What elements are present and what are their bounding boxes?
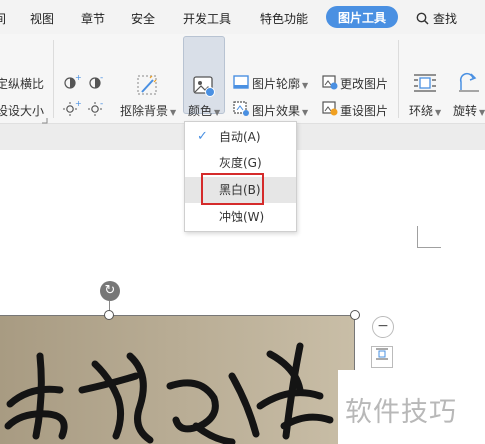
ribbon-separator <box>53 40 54 118</box>
signature-image[interactable] <box>0 315 355 444</box>
remove-background-label: 抠除背景 <box>120 104 169 118</box>
magic-wand-icon <box>137 75 157 95</box>
brightness-up-icon[interactable]: + <box>63 100 81 116</box>
watermark-text: 软件技巧 <box>345 397 457 428</box>
menu-tab-bar: 间 视图 章节 安全 开发工具 特色功能 图片工具 查找 <box>0 0 485 34</box>
tab-picture-tools[interactable]: 图片工具 <box>326 6 399 28</box>
chevron-down-icon: ▼ <box>302 108 309 117</box>
tab-security[interactable]: 安全 <box>131 10 155 27</box>
tab-search[interactable]: 查找 <box>416 10 457 27</box>
rotate-label: 旋转 <box>453 104 478 118</box>
page-margin-marker <box>417 226 441 248</box>
reset-picture-label: 重设图片 <box>340 104 389 118</box>
resize-handle-top[interactable] <box>104 310 114 320</box>
wrap-label: 环绕 <box>409 104 434 118</box>
search-label: 查找 <box>433 12 458 26</box>
checkmark-icon: ✓ <box>197 129 208 144</box>
picture-color-icon <box>193 76 215 97</box>
brightness-down-icon[interactable]: - <box>88 100 106 116</box>
contrast-up-icon[interactable]: + <box>63 74 81 90</box>
color-option-label: 灰度(G) <box>219 156 262 170</box>
outline-icon <box>233 75 249 89</box>
resize-handle-top-right[interactable] <box>350 310 360 320</box>
search-icon <box>416 12 429 25</box>
color-label: 颜色 <box>188 104 213 118</box>
svg-text:-: - <box>100 74 103 83</box>
reset-picture-icon <box>322 101 338 116</box>
tab-special[interactable]: 特色功能 <box>260 10 308 27</box>
layout-options-icon[interactable] <box>371 346 393 368</box>
tab-partial[interactable]: 间 <box>0 10 6 27</box>
svg-text:-: - <box>100 100 103 109</box>
rotate-icon <box>459 72 479 92</box>
rotate-handle-icon[interactable]: ↻ <box>100 281 120 301</box>
color-option-washout[interactable]: 冲蚀(W) <box>185 204 296 230</box>
tab-developer[interactable]: 开发工具 <box>183 10 231 27</box>
chevron-down-icon: ▼ <box>214 108 221 117</box>
svg-text:+: + <box>75 74 81 82</box>
chevron-down-icon: ▼ <box>479 108 485 117</box>
picture-effects-label: 图片效果 <box>252 104 301 118</box>
color-option-label: 自动(A) <box>219 130 261 144</box>
highlight-annotation-box <box>201 173 264 205</box>
effects-icon <box>233 101 249 116</box>
chevron-down-icon: ▼ <box>435 108 442 117</box>
lock-ratio-label[interactable]: 定纵横比 <box>0 75 44 92</box>
watermark-box: 软件技巧 <box>338 370 485 444</box>
tab-section[interactable]: 章节 <box>81 10 105 27</box>
color-option-label: 冲蚀(W) <box>219 210 265 224</box>
chevron-down-icon: ▼ <box>170 108 177 117</box>
change-picture-label: 更改图片 <box>340 77 389 91</box>
reset-size-label[interactable]: 设设大小 <box>0 102 44 119</box>
color-option-auto[interactable]: ✓ 自动(A) <box>185 124 296 150</box>
handwriting-strokes <box>0 316 354 444</box>
contrast-down-icon[interactable]: - <box>88 74 106 90</box>
change-picture-icon <box>322 75 338 90</box>
tab-view[interactable]: 视图 <box>30 10 54 27</box>
text-wrap-icon <box>414 74 436 92</box>
svg-text:+: + <box>75 100 81 108</box>
chevron-down-icon: ▼ <box>302 81 309 90</box>
ribbon-separator <box>398 40 399 118</box>
picture-outline-label: 图片轮廓 <box>252 77 301 91</box>
collapse-icon[interactable]: − <box>372 316 394 338</box>
